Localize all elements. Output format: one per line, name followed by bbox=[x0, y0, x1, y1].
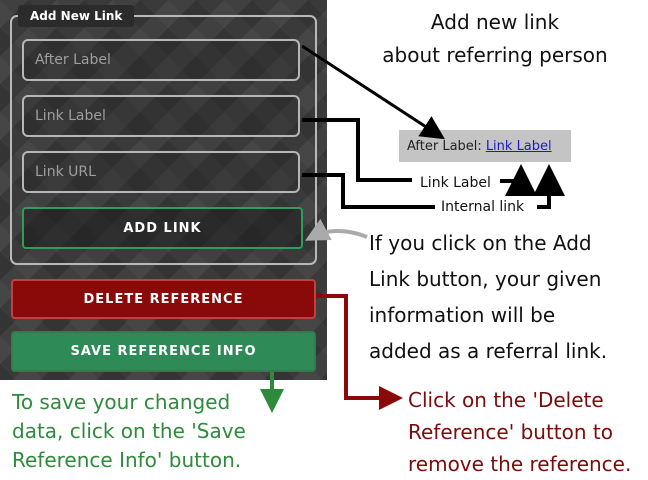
internal-link-tag: Internal link bbox=[441, 199, 525, 215]
arrow-link-label-to-preview bbox=[500, 164, 537, 196]
delete-note-line1: Click on the 'Delete bbox=[408, 388, 604, 412]
delete-reference-button[interactable]: DELETE REFERENCE bbox=[11, 279, 316, 319]
add-new-link-legend: Add New Link bbox=[18, 5, 135, 27]
preview-link[interactable]: Link Label bbox=[486, 139, 552, 154]
save-note-line3: Reference Info' button. bbox=[12, 448, 242, 472]
arrow-internal-link-to-preview bbox=[533, 164, 565, 209]
add-note-line2: Link button, your given bbox=[369, 267, 602, 291]
link-url-input[interactable] bbox=[22, 151, 300, 193]
delete-note-line3: remove the reference. bbox=[408, 452, 632, 476]
reference-panel: Add New Link ADD LINK DELETE REFERENCE S… bbox=[0, 0, 327, 380]
link-label-tag: Link Label bbox=[420, 175, 491, 191]
annotation-title: Add new link about referring person bbox=[360, 6, 630, 72]
preview-after-label: After Label: bbox=[407, 138, 482, 154]
delete-note-line2: Reference' button to bbox=[408, 420, 613, 444]
link-preview: After Label: Link Label bbox=[399, 130, 571, 162]
annotation-title-line2: about referring person bbox=[382, 43, 608, 67]
save-note-line2: data, click on the 'Save bbox=[12, 419, 246, 443]
add-note-line4: added as a referral link. bbox=[369, 339, 608, 363]
after-label-input[interactable] bbox=[22, 39, 300, 81]
delete-note: Click on the 'Delete Reference' button t… bbox=[408, 384, 631, 480]
annotation-title-line1: Add new link bbox=[430, 10, 560, 34]
link-label-input[interactable] bbox=[22, 95, 300, 137]
save-note: To save your changed data, click on the … bbox=[12, 388, 246, 475]
add-note-line1: If you click on the Add bbox=[369, 231, 592, 255]
add-link-note: If you click on the Add Link button, you… bbox=[369, 225, 607, 369]
add-link-button[interactable]: ADD LINK bbox=[22, 207, 303, 249]
add-note-line3: information will be bbox=[369, 303, 556, 327]
save-reference-info-button[interactable]: SAVE REFERENCE INFO bbox=[11, 331, 316, 372]
save-note-line1: To save your changed bbox=[12, 390, 231, 414]
